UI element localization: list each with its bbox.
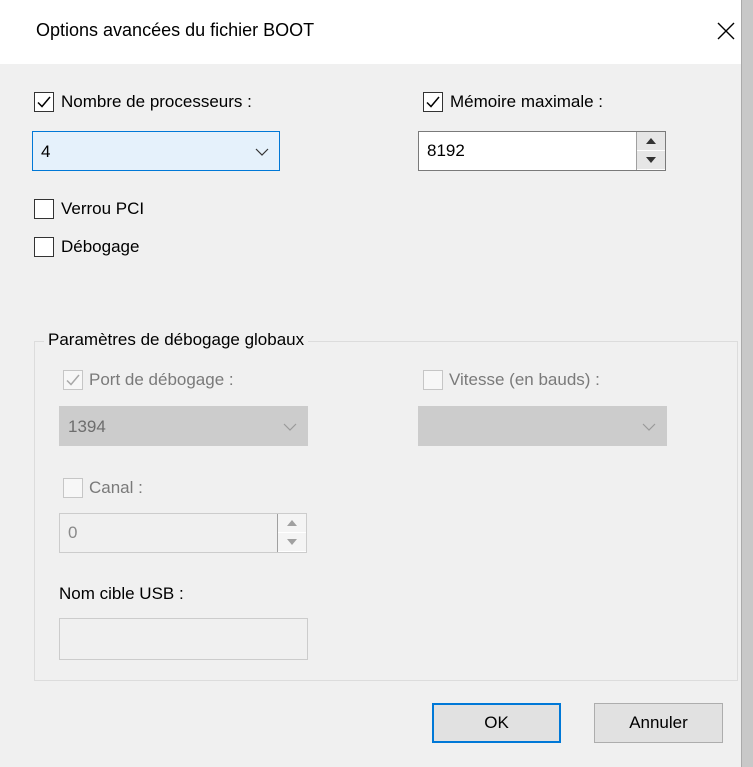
debug-label[interactable]: Débogage	[61, 237, 139, 257]
channel-checkbox[interactable]	[63, 478, 83, 498]
channel-spin-down-button[interactable]	[278, 533, 306, 552]
channel-spin-buttons	[277, 514, 306, 552]
memory-label[interactable]: Mémoire maximale :	[450, 92, 603, 112]
debug-port-checkbox[interactable]	[63, 370, 83, 390]
debug-checkbox[interactable]	[34, 237, 54, 257]
pci-lock-label[interactable]: Verrou PCI	[61, 199, 144, 219]
close-icon	[717, 22, 735, 40]
memory-spinbox[interactable]: 8192	[418, 131, 666, 171]
baud-rate-checkbox[interactable]	[423, 370, 443, 390]
checkmark-icon	[426, 96, 440, 108]
ok-button[interactable]: OK	[432, 703, 561, 743]
spin-up-icon	[287, 520, 297, 526]
memory-spin-buttons	[636, 132, 665, 170]
processors-label[interactable]: Nombre de processeurs :	[61, 92, 252, 112]
processors-dropdown[interactable]: 4	[32, 131, 280, 171]
channel-spin-up-button[interactable]	[278, 514, 306, 533]
chevron-down-icon	[255, 148, 269, 156]
title-bar: Options avancées du fichier BOOT	[0, 0, 741, 64]
debug-port-value: 1394	[68, 417, 106, 436]
baud-rate-label[interactable]: Vitesse (en bauds) :	[449, 370, 600, 390]
global-debug-legend: Paramètres de débogage globaux	[44, 330, 309, 350]
debug-port-dropdown[interactable]: 1394	[59, 406, 308, 446]
checkmark-icon	[66, 374, 80, 386]
dialog-window: Options avancées du fichier BOOT Nombre …	[0, 0, 742, 767]
usb-target-label: Nom cible USB :	[59, 584, 184, 603]
processors-value: 4	[41, 142, 51, 161]
checkmark-icon	[37, 96, 51, 108]
dialog-title: Options avancées du fichier BOOT	[36, 20, 315, 40]
close-button[interactable]	[712, 14, 740, 48]
channel-value[interactable]: 0	[68, 523, 77, 543]
spin-down-icon	[646, 157, 656, 163]
spin-down-icon	[287, 539, 297, 545]
memory-value[interactable]: 8192	[427, 141, 465, 161]
pci-lock-checkbox[interactable]	[34, 199, 54, 219]
spin-up-icon	[646, 138, 656, 144]
debug-port-label[interactable]: Port de débogage :	[89, 370, 234, 390]
channel-label[interactable]: Canal :	[89, 478, 143, 498]
memory-checkbox[interactable]	[423, 92, 443, 112]
memory-spin-down-button[interactable]	[637, 151, 665, 170]
usb-target-field[interactable]	[59, 618, 308, 660]
chevron-down-icon	[283, 423, 297, 431]
processors-checkbox[interactable]	[34, 92, 54, 112]
channel-spinbox[interactable]: 0	[59, 513, 307, 553]
chevron-down-icon	[642, 423, 656, 431]
baud-rate-dropdown[interactable]	[418, 406, 667, 446]
cancel-button[interactable]: Annuler	[594, 703, 723, 743]
memory-spin-up-button[interactable]	[637, 132, 665, 151]
